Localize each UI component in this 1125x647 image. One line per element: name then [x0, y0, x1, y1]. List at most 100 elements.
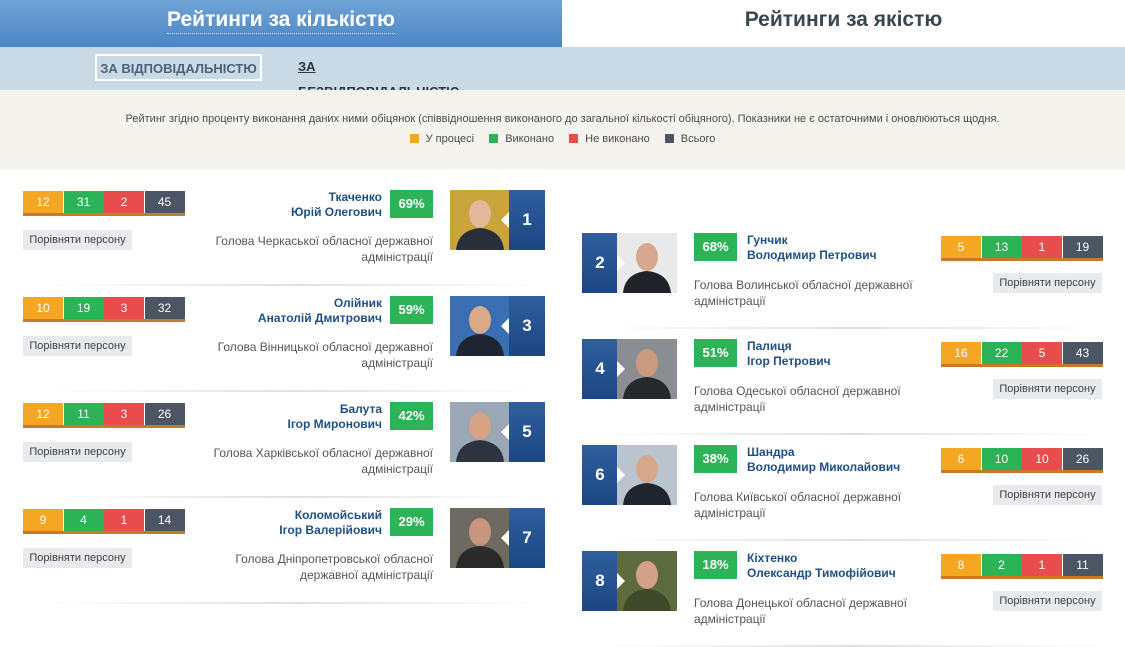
percent-badge: 42% — [390, 402, 433, 430]
position-line-2: державної адміністрації — [300, 568, 433, 582]
rating-tabs: Рейтинги за кількістю Рейтинги за якістю — [0, 0, 1125, 47]
rank-arrow — [501, 212, 509, 228]
legend-swatch-not-done — [569, 134, 579, 143]
position-line-1: Голова Донецької обласної державної — [694, 596, 907, 610]
portrait-image — [617, 339, 677, 399]
position-line-2: адміністрації — [694, 400, 766, 414]
person-last-name[interactable]: Гунчик — [747, 233, 877, 248]
person-name[interactable]: Коломойський Ігор Валерійович — [279, 508, 382, 538]
stat-done: 10 — [981, 448, 1022, 470]
stat-done: 11 — [63, 403, 104, 425]
stat-total: 32 — [144, 297, 185, 319]
person-name[interactable]: Шандра Володимир Миколайович — [747, 445, 900, 475]
stats-underline — [23, 531, 185, 534]
stat-in-process: 16 — [941, 342, 981, 364]
person-first-names[interactable]: Ігор Валерійович — [279, 523, 382, 538]
rank-arrow — [501, 318, 509, 334]
person-first-names[interactable]: Ігор Миронович — [288, 417, 383, 432]
person-name[interactable]: Гунчик Володимир Петрович — [747, 233, 877, 263]
person-name[interactable]: Ткаченко Юрій Олегович — [291, 190, 382, 220]
tab-quality-label[interactable]: Рейтинги за якістю — [745, 8, 943, 32]
person-first-names[interactable]: Юрій Олегович — [291, 205, 382, 220]
tab-quality[interactable]: Рейтинги за якістю — [562, 0, 1125, 47]
stat-in-process: 5 — [941, 236, 981, 258]
person-name[interactable]: Кіхтенко Олександр Тимофійович — [747, 551, 896, 581]
person-first-names[interactable]: Володимир Миколайович — [747, 460, 900, 475]
promise-stats: 16 22 5 43 — [941, 342, 1103, 367]
rating-card: 10 19 3 32 Порівняти персону Олійник Анатолій … — [23, 296, 545, 392]
person-last-name[interactable]: Кіхтенко — [747, 551, 896, 566]
rank-arrow — [617, 573, 625, 589]
rank-arrow — [617, 255, 625, 271]
person-first-names[interactable]: Володимир Петрович — [747, 248, 877, 263]
person-last-name[interactable]: Коломойський — [279, 508, 382, 523]
compare-person-button[interactable]: Порівняти персону — [23, 230, 132, 250]
person-name[interactable]: Балута Ігор Миронович — [288, 402, 383, 432]
stat-done: 19 — [63, 297, 104, 319]
legend-label-total: Всього — [680, 133, 716, 145]
stat-done: 22 — [981, 342, 1022, 364]
tab-quantity[interactable]: Рейтинги за кількістю — [0, 0, 562, 47]
percent-badge: 69% — [390, 190, 433, 218]
person-photo[interactable] — [617, 233, 677, 293]
percent-badge: 38% — [694, 445, 737, 473]
promise-stats: 12 31 2 45 — [23, 191, 185, 216]
rank-number: 4 — [582, 339, 618, 399]
stat-done: 13 — [981, 236, 1022, 258]
person-last-name[interactable]: Палиця — [747, 339, 831, 354]
card-divider — [43, 602, 545, 604]
position-line-1: Голова Волинської обласної державної — [694, 278, 913, 292]
person-position: Голова Харківської обласної державної адм… — [214, 445, 433, 477]
compare-person-button[interactable]: Порівняти персону — [993, 273, 1102, 293]
rank-number: 1 — [509, 190, 545, 250]
person-photo[interactable] — [617, 551, 677, 611]
person-last-name[interactable]: Ткаченко — [291, 190, 382, 205]
promise-stats: 10 19 3 32 — [23, 297, 185, 322]
rating-card: 2 68% Гунчик Володимир Петрович Голова Волин… — [582, 233, 1104, 329]
person-name[interactable]: Палиця Ігор Петрович — [747, 339, 831, 369]
position-line-2: адміністрації — [361, 356, 433, 370]
compare-person-button[interactable]: Порівняти персону — [23, 548, 132, 568]
person-position: Голова Вінницької обласної державної адмі… — [218, 339, 433, 371]
person-last-name[interactable]: Балута — [288, 402, 382, 417]
stat-not-done: 10 — [1022, 448, 1062, 470]
person-last-name[interactable]: Олійник — [258, 296, 382, 311]
position-line-2: адміністрації — [694, 294, 766, 308]
subtab-irresponsibility[interactable]: ЗА БЕЗВІДПОВІДАЛЬНІСТЮ — [298, 54, 470, 99]
portrait-face — [636, 561, 658, 589]
position-line-2: адміністрації — [361, 250, 433, 264]
rating-card: 8 18% Кіхтенко Олександр Тимофійович Голова … — [582, 551, 1104, 647]
tab-quantity-label[interactable]: Рейтинги за кількістю — [167, 8, 395, 34]
card-divider — [602, 539, 1104, 541]
person-first-names[interactable]: Ігор Петрович — [747, 354, 831, 369]
position-line-1: Голова Київської обласної державної — [694, 490, 902, 504]
card-divider — [602, 327, 1104, 329]
person-photo[interactable] — [617, 445, 677, 505]
person-last-name[interactable]: Шандра — [747, 445, 900, 460]
rank-arrow — [617, 361, 625, 377]
person-first-names[interactable]: Олександр Тимофійович — [747, 566, 896, 581]
stat-in-process: 12 — [23, 403, 63, 425]
person-first-names[interactable]: Анатолій Дмитрович — [258, 311, 382, 326]
person-position: Голова Донецької обласної державної адмін… — [694, 595, 907, 627]
percent-badge: 59% — [390, 296, 433, 324]
compare-person-button[interactable]: Порівняти персону — [993, 379, 1102, 399]
stat-not-done: 3 — [104, 403, 144, 425]
stat-not-done: 1 — [1022, 554, 1062, 576]
portrait-face — [469, 412, 491, 440]
position-line-1: Голова Черкаської обласної державної — [215, 234, 433, 248]
stats-underline — [941, 470, 1103, 473]
person-name[interactable]: Олійник Анатолій Дмитрович — [258, 296, 382, 326]
compare-person-button[interactable]: Порівняти персону — [993, 485, 1102, 505]
legend-item-not-done: Не виконано — [569, 133, 650, 145]
subtab-responsibility[interactable]: ЗА ВІДПОВІДАЛЬНІСТЮ — [95, 54, 262, 81]
person-photo[interactable] — [617, 339, 677, 399]
portrait-image — [617, 233, 677, 293]
rank-number: 2 — [582, 233, 618, 293]
compare-person-button[interactable]: Порівняти персону — [23, 442, 132, 462]
compare-person-button[interactable]: Порівняти персону — [23, 336, 132, 356]
stats-underline — [23, 213, 185, 216]
stat-not-done: 3 — [104, 297, 144, 319]
compare-person-button[interactable]: Порівняти персону — [993, 591, 1102, 611]
legend-label-done: Виконано — [505, 133, 555, 145]
